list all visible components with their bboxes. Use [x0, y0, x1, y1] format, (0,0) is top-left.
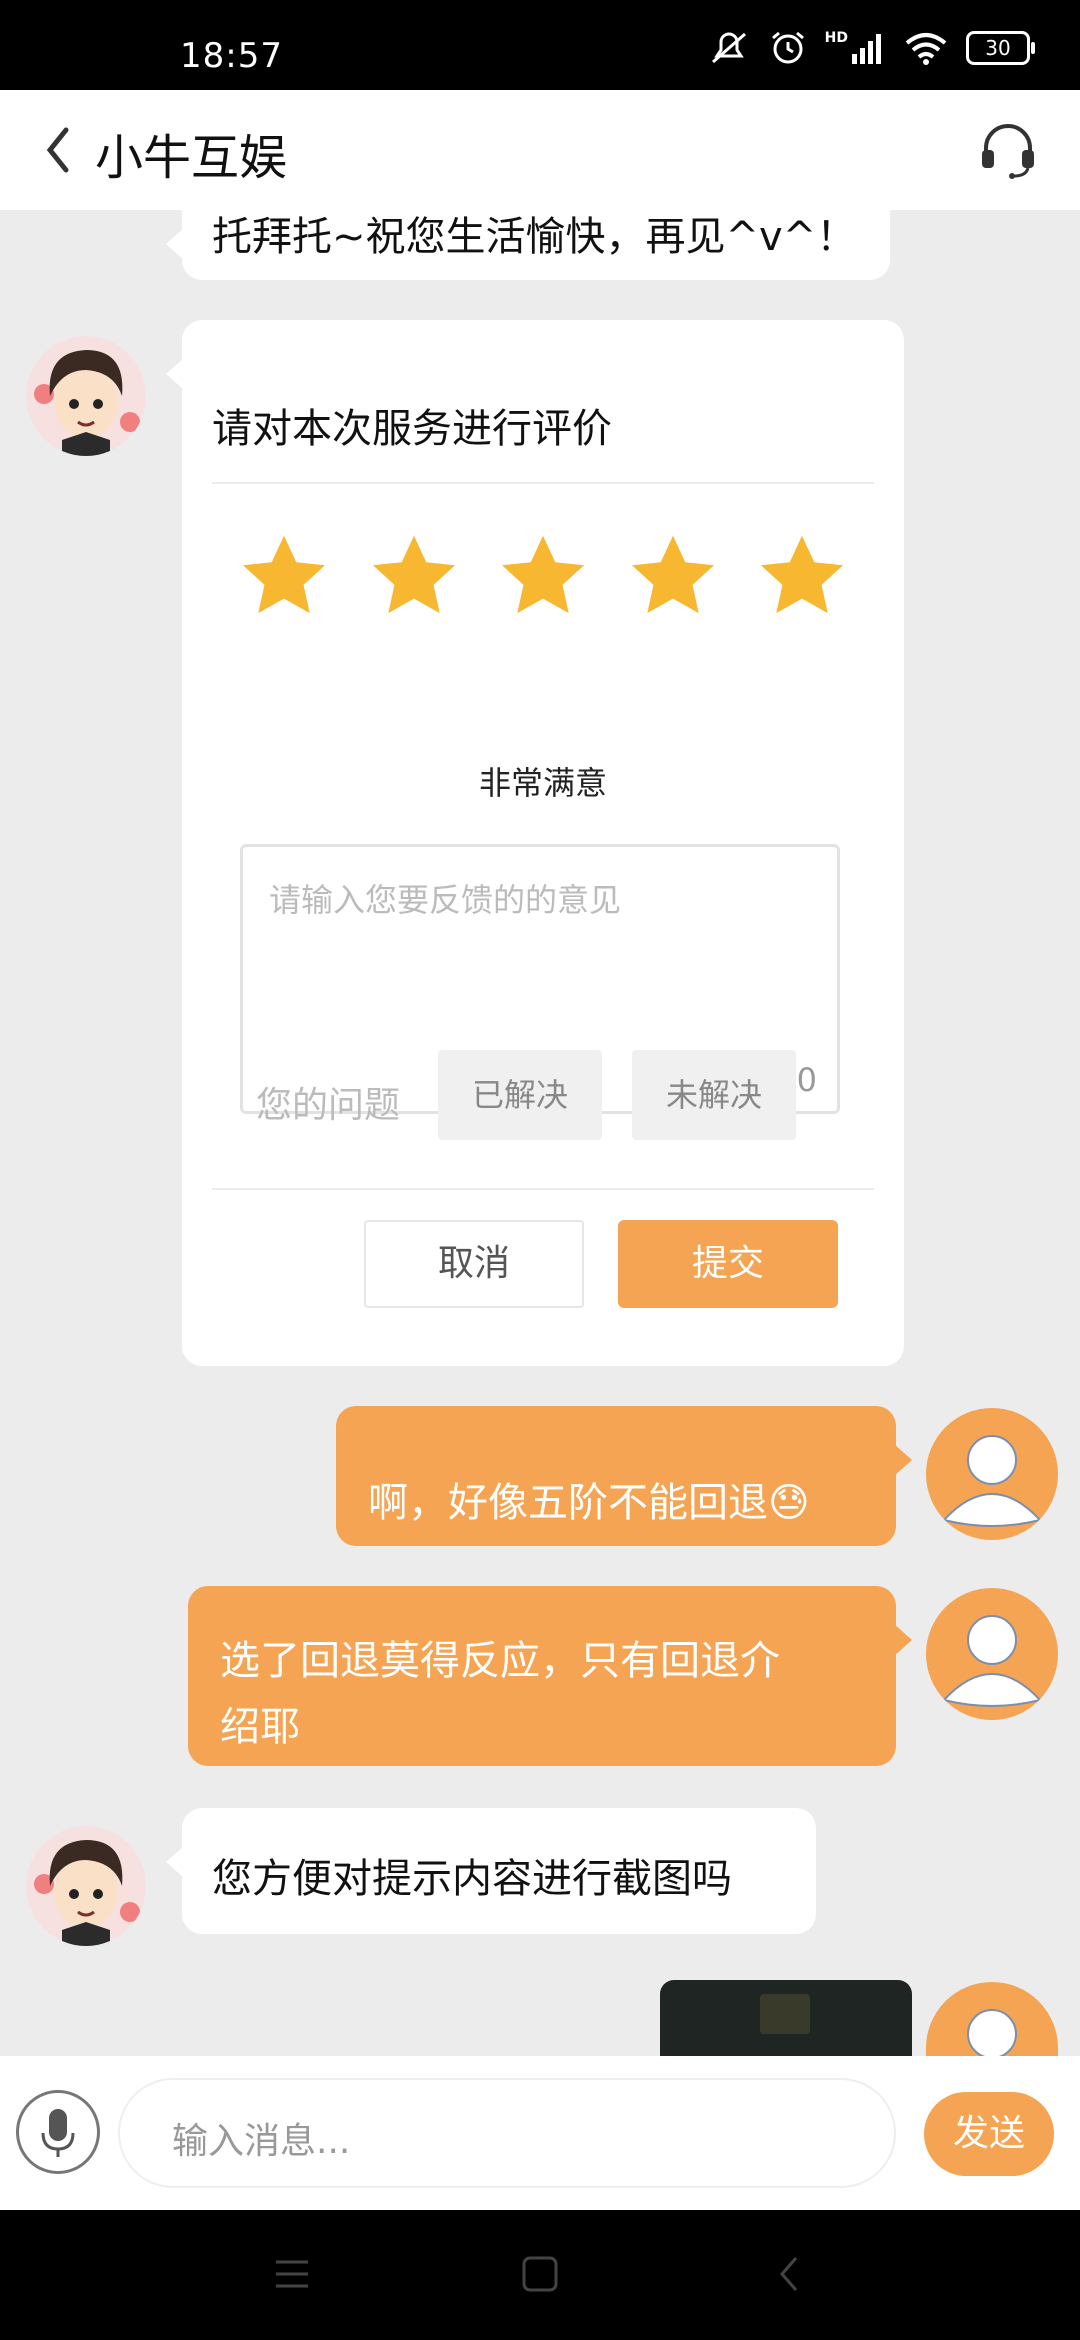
message-bubble: 选了回退莫得反应，只有回退介 绍耶: [188, 1586, 912, 1766]
menu-icon[interactable]: [272, 2254, 312, 2294]
back-nav-icon[interactable]: [770, 2254, 810, 2294]
message-bubble: 啊，好像五阶不能回退😓: [336, 1406, 912, 1546]
battery-icon: 30: [966, 31, 1035, 65]
message-text: 选了回退莫得反应，只有回退介: [220, 1638, 780, 1684]
divider: [212, 482, 874, 484]
page-title: 小牛互娱: [95, 130, 288, 186]
unresolved-button[interactable]: 未解决: [632, 1050, 796, 1140]
cancel-button[interactable]: 取消: [364, 1220, 584, 1308]
status-bar: 18:57 HD 30: [0, 0, 1080, 90]
chevron-left-icon[interactable]: [36, 118, 80, 182]
system-nav-bar: [0, 2210, 1080, 2340]
service-avatar: [26, 336, 146, 456]
user-avatar: [926, 1408, 1058, 1540]
star-rating[interactable]: [238, 530, 848, 622]
rating-label: 非常满意: [478, 764, 607, 802]
image-message[interactable]: [660, 1980, 912, 2056]
microphone-icon: [41, 2109, 75, 2157]
rating-card: 请对本次服务进行评价 非常满意 请输入您要反馈的的意见 0/200 您的问题 已…: [166, 320, 904, 1366]
message-bubble: 托拜托~祝您生活愉快，再见^v^！: [166, 190, 890, 280]
mute-icon: [711, 32, 746, 64]
feedback-placeholder: 请输入您要反馈的的意见: [269, 881, 622, 919]
wifi-icon: [905, 33, 947, 65]
status-icons: HD 30: [707, 30, 1035, 66]
message-input-bar: 输入消息... 发送: [0, 2056, 1080, 2210]
submit-button[interactable]: 提交: [618, 1220, 838, 1308]
star-icon[interactable]: [756, 530, 848, 622]
message-text: 绍耶: [220, 1704, 300, 1750]
message-input[interactable]: 输入消息...: [118, 2078, 896, 2188]
message-text: 您方便对提示内容进行截图吗: [212, 1856, 732, 1902]
message-text: 托拜托~祝您生活愉快，再见^v^！: [212, 214, 857, 260]
voice-button[interactable]: [16, 2090, 100, 2174]
status-time: 18:57: [180, 36, 283, 76]
network-badge: HD: [824, 30, 848, 46]
star-icon[interactable]: [627, 530, 719, 622]
star-icon[interactable]: [238, 530, 330, 622]
send-button[interactable]: 发送: [924, 2092, 1054, 2176]
signal-icon: [852, 34, 881, 64]
star-icon[interactable]: [368, 530, 460, 622]
alarm-icon: [771, 31, 804, 64]
user-avatar: [926, 1982, 1058, 2056]
divider: [212, 1188, 874, 1190]
resolved-button[interactable]: 已解决: [438, 1050, 602, 1140]
user-avatar: [926, 1588, 1058, 1720]
issue-label: 您的问题: [256, 1085, 401, 1126]
home-icon[interactable]: [520, 2254, 560, 2294]
service-avatar: [26, 1826, 146, 1946]
star-icon[interactable]: [497, 530, 589, 622]
headset-icon[interactable]: [976, 118, 1040, 182]
message-placeholder: 输入消息...: [172, 2121, 351, 2162]
message-bubble: 您方便对提示内容进行截图吗: [166, 1808, 816, 1934]
message-text: 啊，好像五阶不能回退😓: [368, 1480, 810, 1526]
rating-title: 请对本次服务进行评价: [212, 406, 612, 452]
